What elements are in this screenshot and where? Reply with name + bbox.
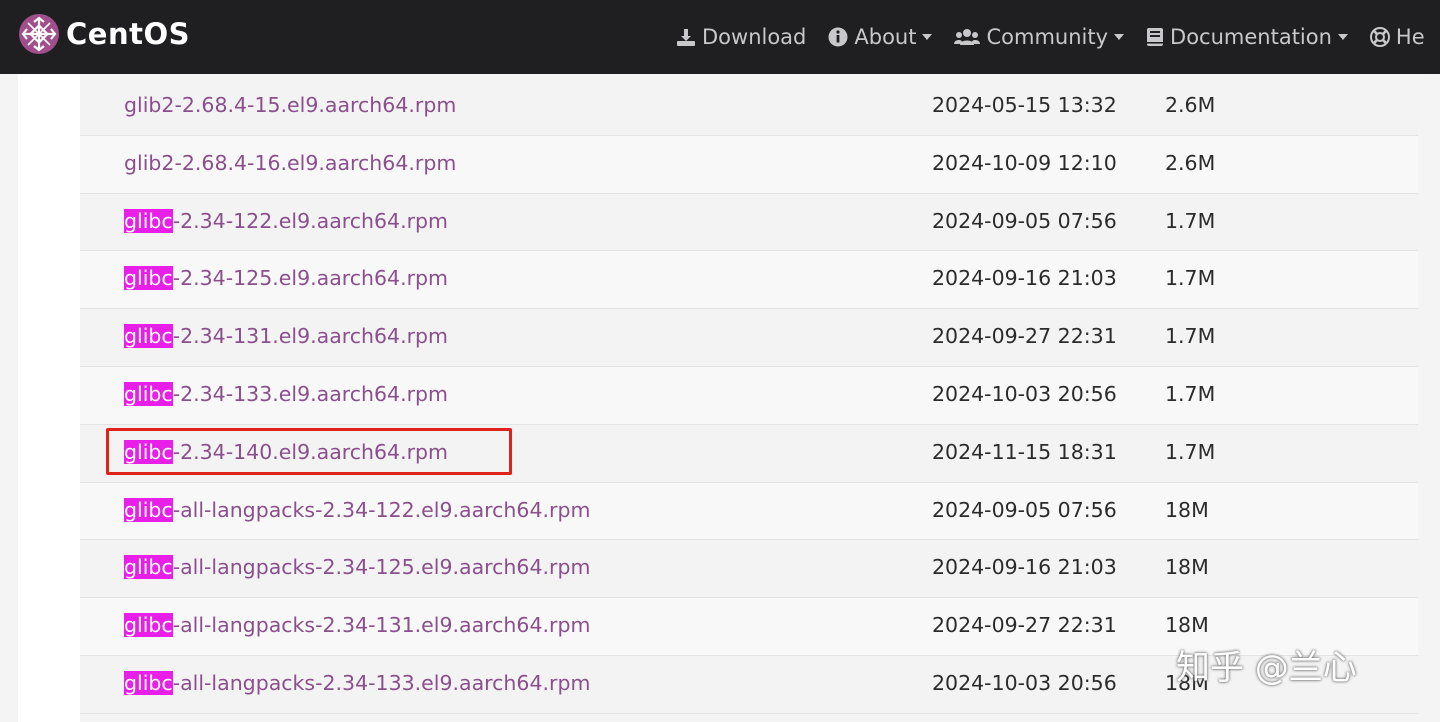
chevron-down-icon xyxy=(922,34,933,40)
nav-about[interactable]: About xyxy=(828,25,933,49)
brand-name: CentOS xyxy=(66,17,190,51)
file-name-rest: -2.34-133.el9.aarch64.rpm xyxy=(172,381,449,406)
file-name-rest: -2.34-122.el9.aarch64.rpm xyxy=(172,208,449,233)
file-link[interactable]: glib2-2.68.4-16.el9.aarch64.rpm xyxy=(124,151,456,175)
table-row: glibc-2.34-125.el9.aarch64.rpm 2024-09-1… xyxy=(80,251,1418,310)
file-name-rest: glib2-2.68.4-16.el9.aarch64.rpm xyxy=(124,150,457,175)
file-name-rest: -all-langpacks-2.34-122.el9.aarch64.rpm xyxy=(172,497,591,522)
file-listing-table: glib2-2.68.4-15.el9.aarch64.rpm 2024-05-… xyxy=(80,78,1418,714)
file-name-rest: -2.34-131.el9.aarch64.rpm xyxy=(172,324,449,349)
file-link[interactable]: glib2-2.68.4-15.el9.aarch64.rpm xyxy=(124,93,456,117)
nav-about-label: About xyxy=(854,25,917,49)
help-icon xyxy=(1369,27,1390,47)
search-highlight: glibc xyxy=(124,266,173,291)
search-highlight: glibc xyxy=(124,670,173,695)
file-link[interactable]: glibc-2.34-133.el9.aarch64.rpm xyxy=(124,381,449,406)
search-highlight: glibc xyxy=(124,497,173,522)
table-row: glib2-2.68.4-15.el9.aarch64.rpm 2024-05-… xyxy=(80,78,1418,136)
nav-documentation[interactable]: Documentation xyxy=(1146,25,1348,49)
file-size: 1.7M xyxy=(1165,208,1216,233)
file-size: 2.6M xyxy=(1165,93,1216,117)
file-date: 2024-10-03 20:56 xyxy=(932,381,1117,406)
nav-help-label: He xyxy=(1395,25,1425,49)
file-date: 2024-10-09 12:10 xyxy=(932,150,1117,175)
table-row: glib2-2.68.4-16.el9.aarch64.rpm 2024-10-… xyxy=(80,135,1418,194)
table-row: glibc-all-langpacks-2.34-125.el9.aarch64… xyxy=(80,540,1418,599)
centos-logo-icon xyxy=(19,14,59,54)
file-name-rest: -all-langpacks-2.34-131.el9.aarch64.rpm xyxy=(172,613,591,638)
file-size: 18M xyxy=(1165,497,1209,522)
nav-download-label: Download xyxy=(702,25,807,49)
search-highlight: glibc xyxy=(124,324,173,349)
file-name-rest: -all-langpacks-2.34-125.el9.aarch64.rpm xyxy=(172,555,591,580)
file-date: 2024-09-16 21:03 xyxy=(932,266,1117,291)
download-icon xyxy=(677,29,695,46)
nav-download[interactable]: Download xyxy=(676,25,806,49)
search-highlight: glibc xyxy=(124,613,173,638)
file-name-rest: -2.34-125.el9.aarch64.rpm xyxy=(172,266,449,291)
table-row: glibc-2.34-140.el9.aarch64.rpm 2024-11-1… xyxy=(80,424,1418,483)
table-row: glibc-all-langpacks-2.34-122.el9.aarch64… xyxy=(80,482,1418,541)
search-highlight: glibc xyxy=(124,555,173,580)
file-name-rest: -2.34-140.el9.aarch64.rpm xyxy=(172,439,449,464)
file-link[interactable]: glibc-2.34-122.el9.aarch64.rpm xyxy=(124,208,449,233)
file-date: 2024-09-27 22:31 xyxy=(932,324,1117,349)
file-name-rest: -all-langpacks-2.34-133.el9.aarch64.rpm xyxy=(172,670,591,695)
file-date: 2024-09-16 21:03 xyxy=(932,555,1117,580)
file-link[interactable]: glibc-all-langpacks-2.34-131.el9.aarch64… xyxy=(124,613,591,638)
chevron-down-icon xyxy=(1114,34,1125,40)
table-row: glibc-2.34-131.el9.aarch64.rpm 2024-09-2… xyxy=(80,309,1418,367)
file-name-rest: glib2-2.68.4-15.el9.aarch64.rpm xyxy=(124,93,457,117)
page-side-panel xyxy=(18,74,80,722)
file-date: 2024-05-15 13:32 xyxy=(932,93,1117,117)
file-date: 2024-10-03 20:56 xyxy=(932,670,1117,695)
search-highlight: glibc xyxy=(124,208,173,233)
book-icon xyxy=(1147,28,1164,46)
file-size: 18M xyxy=(1165,613,1209,638)
main-nav: Download About Community Documentation H… xyxy=(676,0,1440,74)
credit-watermark: 知乎 @兰心 xyxy=(1176,648,1357,688)
nav-documentation-label: Documentation xyxy=(1170,25,1332,49)
file-link[interactable]: glibc-all-langpacks-2.34-122.el9.aarch64… xyxy=(124,497,591,522)
file-date: 2024-09-05 07:56 xyxy=(932,208,1117,233)
nav-help[interactable]: He xyxy=(1369,25,1425,49)
search-highlight: glibc xyxy=(124,439,173,464)
file-size: 18M xyxy=(1165,555,1209,580)
users-icon xyxy=(954,29,981,45)
file-size: 1.7M xyxy=(1165,439,1216,464)
file-date: 2024-11-15 18:31 xyxy=(932,439,1117,464)
file-link[interactable]: glibc-2.34-140.el9.aarch64.rpm xyxy=(124,439,449,464)
chevron-down-icon xyxy=(1337,34,1348,40)
nav-community[interactable]: Community xyxy=(954,25,1125,49)
file-date: 2024-09-27 22:31 xyxy=(932,613,1117,638)
search-highlight: glibc xyxy=(124,381,173,406)
file-size: 1.7M xyxy=(1165,266,1216,291)
file-link[interactable]: glibc-all-langpacks-2.34-133.el9.aarch64… xyxy=(124,670,591,695)
file-link[interactable]: glibc-2.34-125.el9.aarch64.rpm xyxy=(124,266,449,291)
brand-link[interactable]: CentOS xyxy=(18,13,190,55)
table-row: glibc-2.34-133.el9.aarch64.rpm 2024-10-0… xyxy=(80,366,1418,425)
file-size: 1.7M xyxy=(1165,381,1216,406)
file-link[interactable]: glibc-2.34-131.el9.aarch64.rpm xyxy=(124,324,449,349)
file-size: 2.6M xyxy=(1165,150,1216,175)
file-size: 1.7M xyxy=(1165,324,1216,349)
top-navbar: CentOS Download About Community Document… xyxy=(0,0,1440,74)
table-row: glibc-2.34-122.el9.aarch64.rpm 2024-09-0… xyxy=(80,193,1418,252)
nav-community-label: Community xyxy=(986,25,1109,49)
file-link[interactable]: glibc-all-langpacks-2.34-125.el9.aarch64… xyxy=(124,555,591,580)
file-date: 2024-09-05 07:56 xyxy=(932,497,1117,522)
info-icon xyxy=(828,27,848,47)
